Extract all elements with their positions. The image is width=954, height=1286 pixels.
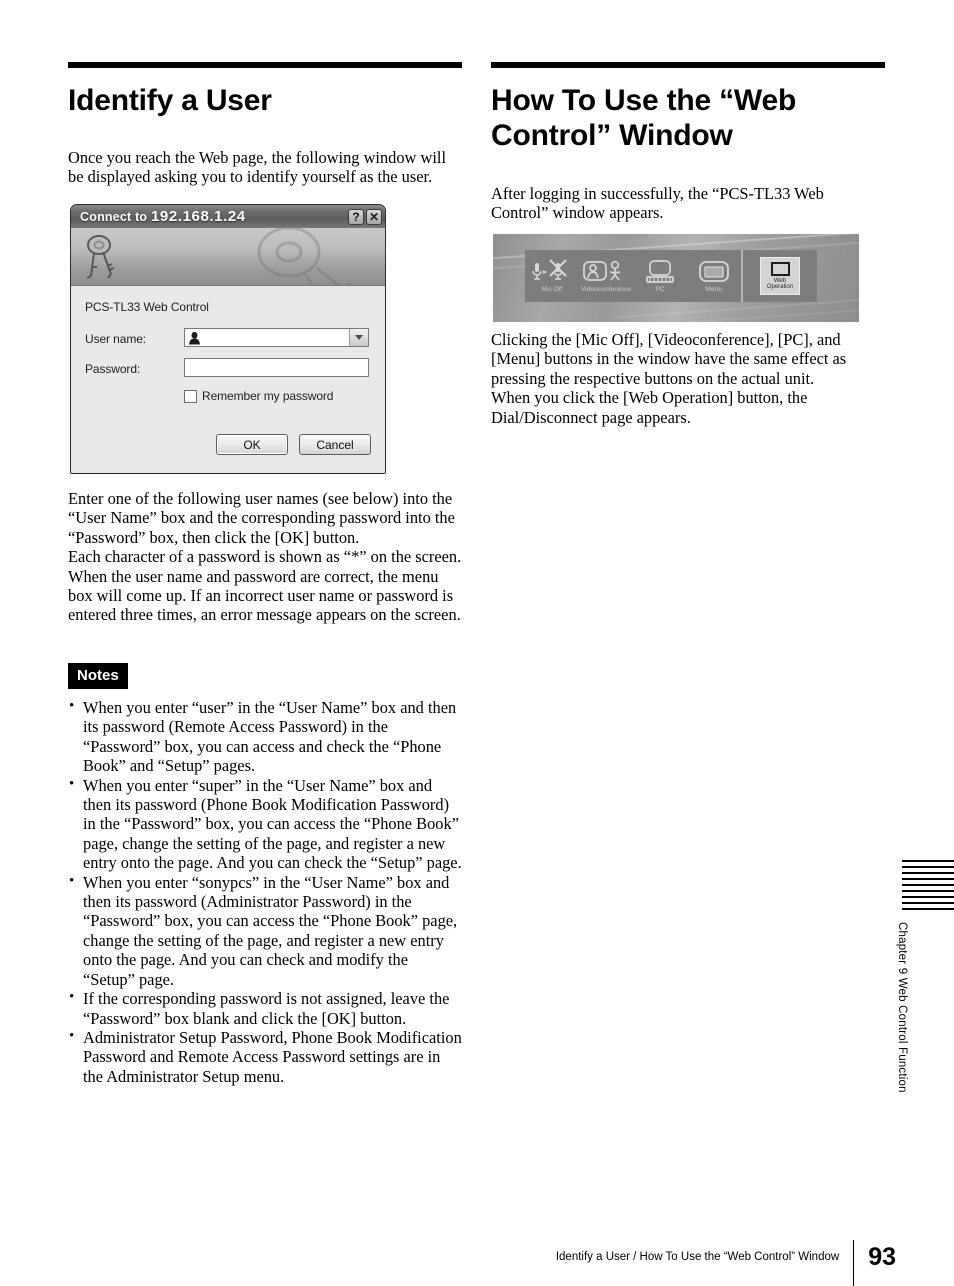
web-control-description: Clicking the [Mic Off], [Videoconference… bbox=[491, 330, 847, 427]
cancel-button[interactable]: Cancel bbox=[299, 434, 371, 455]
chevron-down-icon[interactable] bbox=[349, 329, 368, 346]
page-footer: Identify a User / How To Use the “Web Co… bbox=[0, 1228, 954, 1286]
dialog-body: PCS-TL33 Web Control User name: Password… bbox=[71, 286, 385, 473]
dialog-title-prefix: Connect to bbox=[80, 210, 148, 224]
instructions-paragraph-2: Each character of a password is shown as… bbox=[68, 547, 462, 625]
toolbar-label: Menu bbox=[705, 286, 723, 293]
dialog-titlebar: Connect to 192.168.1.24 ? ✕ bbox=[71, 205, 385, 228]
remember-password-checkbox[interactable] bbox=[184, 389, 197, 403]
toolbar-button-mic-off[interactable]: Mic Off bbox=[525, 259, 579, 293]
user-avatar-icon bbox=[189, 331, 200, 345]
keys-icon bbox=[86, 235, 115, 279]
toolbar-label: PC bbox=[655, 286, 665, 293]
section-rule-left bbox=[68, 62, 462, 68]
chapter-tab-label: Chapter 9 Web Control Function bbox=[896, 922, 908, 1093]
password-input[interactable] bbox=[184, 358, 369, 377]
toolbar-button-web-operation[interactable]: Web Operation bbox=[760, 257, 800, 295]
username-label: User name: bbox=[85, 332, 147, 346]
dialog-banner bbox=[71, 228, 385, 286]
menu-icon bbox=[699, 261, 729, 282]
intro-paragraph-left: Once you reach the Web page, the followi… bbox=[68, 147, 446, 187]
toolbar-button-menu[interactable]: Menu bbox=[687, 259, 741, 293]
toolbar-main-group: Mic Off Videoconference PC Menu bbox=[525, 250, 741, 302]
instructions-paragraph-1: Enter one of the following user names (s… bbox=[68, 489, 455, 547]
toolbar-label: Videoconference bbox=[580, 286, 632, 293]
left-column: Identify a User Once you reach the Web p… bbox=[68, 62, 462, 187]
close-icon[interactable]: ✕ bbox=[366, 208, 382, 225]
chapter-side-tab: Chapter 9 Web Control Function bbox=[896, 860, 954, 1093]
left-column-after-figure: Enter one of the following user names (s… bbox=[68, 489, 462, 625]
toolbar-label: Mic Off bbox=[541, 286, 563, 293]
page-title-web-control: How To Use the “Web Control” Window bbox=[491, 84, 797, 152]
web-control-toolbar-figure: Mic Off Videoconference PC Menu Web Oper… bbox=[493, 234, 859, 322]
dialog-title-ip: 192.168.1.24 bbox=[150, 208, 246, 225]
toolbar-button-pc[interactable]: PC bbox=[633, 259, 687, 293]
chapter-tab-lines bbox=[902, 860, 954, 910]
help-button[interactable]: ? bbox=[348, 208, 364, 225]
document-page: Identify a User Once you reach the Web p… bbox=[0, 0, 954, 1286]
list-item: If the corresponding password is not ass… bbox=[68, 988, 462, 1028]
dialog-realm-label: PCS-TL33 Web Control bbox=[85, 300, 209, 314]
right-column: How To Use the “Web Control” Window Afte… bbox=[491, 62, 885, 222]
right-column-after-figure: Clicking the [Mic Off], [Videoconference… bbox=[491, 330, 885, 427]
dialog-titlebar-buttons: ? ✕ bbox=[348, 208, 382, 225]
connect-dialog-figure: Connect to 192.168.1.24 ? ✕ PCS-TL33 Web… bbox=[70, 204, 386, 474]
page-number: 93 bbox=[868, 1242, 896, 1271]
ok-button[interactable]: OK bbox=[216, 434, 288, 455]
dialog-title: Connect to 192.168.1.24 bbox=[80, 208, 246, 225]
password-label: Password: bbox=[85, 362, 141, 376]
pc-icon bbox=[646, 260, 674, 283]
section-rule-right bbox=[491, 62, 885, 68]
mic-off-icon bbox=[532, 259, 567, 280]
username-input[interactable] bbox=[184, 328, 369, 347]
list-item: When you enter “sonypcs” in the “User Na… bbox=[68, 872, 462, 989]
intro-paragraph-right: After logging in successfully, the “PCS-… bbox=[491, 183, 824, 222]
remember-password-label: Remember my password bbox=[202, 389, 334, 403]
footer-breadcrumb: Identify a User / How To Use the “Web Co… bbox=[555, 1251, 840, 1263]
web-operation-label-line1: Web bbox=[773, 277, 787, 284]
page-title-identify-a-user: Identify a User bbox=[68, 84, 272, 117]
toolbar-button-videoconference[interactable]: Videoconference bbox=[579, 259, 633, 293]
notes-block: Notes When you enter “user” in the “User… bbox=[68, 663, 462, 1086]
toolbar-extra-group: Web Operation bbox=[743, 250, 817, 302]
list-item: When you enter “super” in the “User Name… bbox=[68, 775, 462, 873]
web-operation-label-line2: Operation bbox=[766, 284, 794, 290]
videoconference-icon bbox=[583, 260, 621, 281]
notes-list: When you enter “user” in the “User Name”… bbox=[68, 697, 462, 1086]
list-item: When you enter “user” in the “User Name”… bbox=[68, 697, 462, 776]
web-operation-icon bbox=[770, 261, 790, 276]
list-item: Administrator Setup Password, Phone Book… bbox=[68, 1027, 462, 1086]
toolbar-panel: Mic Off Videoconference PC Menu Web Oper… bbox=[525, 250, 817, 302]
keys-watermark-icon bbox=[257, 228, 352, 285]
dialog-button-row: OK Cancel bbox=[71, 434, 385, 455]
remember-password-row[interactable]: Remember my password bbox=[184, 389, 333, 403]
notes-badge: Notes bbox=[68, 663, 128, 689]
